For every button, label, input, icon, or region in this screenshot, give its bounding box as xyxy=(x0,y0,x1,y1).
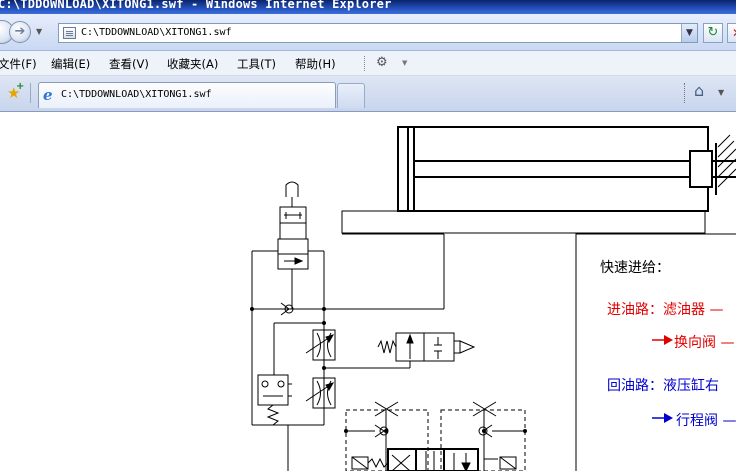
tab-active-label[interactable]: C:\TDDOWNLOAD\XITONG1.swf xyxy=(61,89,212,100)
translate-icon[interactable]: ⚙ xyxy=(376,55,388,70)
command-separator xyxy=(684,83,685,103)
address-dropdown-button[interactable]: ▼ xyxy=(681,24,697,42)
home-icon[interactable]: ⌂ xyxy=(694,81,704,100)
tab-bar: ★ e C:\TDDOWNLOAD\XITONG1.swf ⌂ ▼ xyxy=(0,76,736,112)
menu-view[interactable]: 查看(V) xyxy=(109,56,149,72)
tab-separator xyxy=(30,83,31,103)
stop-button[interactable]: ✕ xyxy=(727,23,736,43)
menu-favorites[interactable]: 收藏夹(A) xyxy=(167,56,218,72)
solenoid-valve-right xyxy=(423,332,455,362)
return-path-label: 回油路：液压缸右 xyxy=(607,378,719,394)
tab-active[interactable]: e C:\TDDOWNLOAD\XITONG1.swf xyxy=(38,82,336,108)
address-toolbar: ➔ ▼ C:\TDDOWNLOAD\XITONG1.swf ▼ ↻ ✕ xyxy=(0,14,736,51)
refresh-button[interactable]: ↻ xyxy=(703,23,723,43)
new-tab-button[interactable] xyxy=(337,83,365,108)
menu-separator xyxy=(364,56,365,71)
hydraulic-cylinder xyxy=(397,126,709,212)
recent-pages-dropdown-icon[interactable]: ▼ xyxy=(36,27,42,36)
menu-tools[interactable]: 工具(T) xyxy=(237,56,276,72)
worktable xyxy=(341,210,706,234)
forward-button[interactable]: ➔ xyxy=(9,21,31,43)
pressure-valve xyxy=(257,374,289,406)
return-path-next: 行程阀 — xyxy=(676,413,736,429)
flash-content-area[interactable]: 快速进给： 进油路：滤油器 — 换向阀 — 回油路：液压缸右 行程阀 — xyxy=(0,113,736,471)
translate-dropdown-icon[interactable]: ▼ xyxy=(402,59,407,67)
in-path-label: 进油路：滤油器 — xyxy=(607,302,724,318)
page-icon xyxy=(63,27,76,39)
mode-heading: 快速进给： xyxy=(600,260,670,276)
window-titlebar: C:\TDDOWNLOAD\XITONG1.swf - Windows Inte… xyxy=(0,0,736,14)
menu-edit[interactable]: 编辑(E) xyxy=(51,56,90,72)
address-field[interactable]: C:\TDDOWNLOAD\XITONG1.swf ▼ xyxy=(58,23,698,43)
menu-help[interactable]: 帮助(H) xyxy=(295,56,336,72)
home-dropdown-icon[interactable]: ▼ xyxy=(718,88,724,97)
forward-arrow-icon: ➔ xyxy=(14,24,26,39)
menu-file[interactable]: 文件(F) xyxy=(0,56,37,72)
stroke-valve-roller xyxy=(285,181,299,197)
menu-bar: 文件(F) 编辑(E) 查看(V) 收藏夹(A) 工具(T) 帮助(H) ⚙ ▼ xyxy=(0,51,736,76)
ie-page-icon: e xyxy=(43,86,53,104)
window-title: C:\TDDOWNLOAD\XITONG1.swf - Windows Inte… xyxy=(0,0,392,11)
in-path-next: 换向阀 — xyxy=(674,335,735,351)
add-favorites-star-icon[interactable]: ★ xyxy=(7,81,25,102)
address-field-text[interactable]: C:\TDDOWNLOAD\XITONG1.swf xyxy=(81,27,232,38)
hydraulic-diagram xyxy=(250,126,736,471)
